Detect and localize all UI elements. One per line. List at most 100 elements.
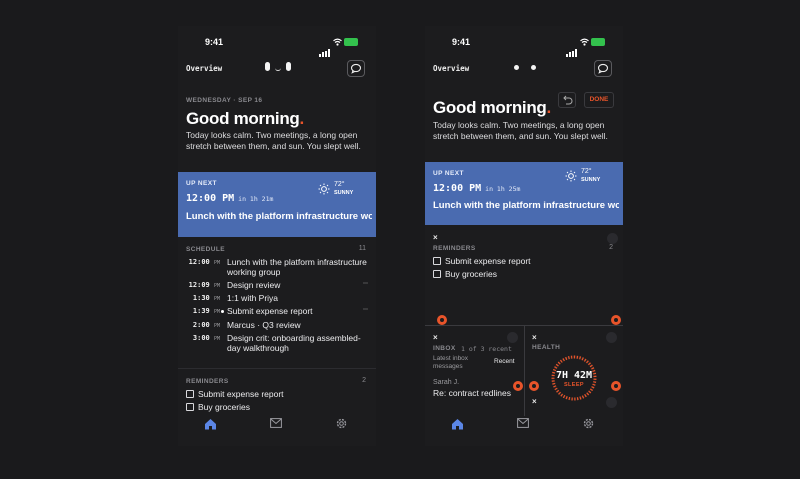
weather-condition: SUNNY — [334, 190, 354, 196]
header: Overview — [178, 60, 376, 78]
remove-widget-icon[interactable]: × — [433, 333, 438, 342]
schedule-row[interactable]: 3:00 PM Design crit: onboarding assemble… — [178, 333, 376, 355]
header: Overview — [425, 60, 623, 78]
face-icon[interactable] — [509, 62, 541, 74]
schedule-row[interactable]: 12:09 PM Design review ═ — [178, 280, 376, 294]
schedule-row[interactable]: 1:39 PM Submit expense report ═ — [178, 306, 376, 320]
remove-widget-icon[interactable]: × — [433, 233, 438, 242]
remove-widget-icon[interactable]: × — [532, 397, 537, 406]
greeting-dot: . — [546, 98, 552, 117]
signal-icon — [566, 39, 578, 57]
greeting-text: Good morning — [433, 98, 547, 117]
schedule-time-text: 12:00 — [188, 258, 210, 266]
up-next-relative: in 1h 25m — [485, 185, 521, 193]
inbox-subject[interactable]: Re: contract redlines — [433, 388, 511, 398]
schedule-ampm: PM — [213, 323, 220, 329]
up-next-card[interactable]: UP NEXT 12:00 PM in 1h 25m Lunch with the… — [425, 162, 623, 225]
chat-bubble-icon — [350, 63, 362, 74]
chat-bubble-icon — [597, 63, 609, 74]
greeting-dot: . — [299, 109, 305, 128]
schedule-title: Lunch with the platform infrastructure w… — [227, 257, 367, 277]
wifi-icon — [580, 38, 589, 46]
up-next-time-text: 12:00 PM — [433, 183, 482, 194]
up-next-card[interactable]: UP NEXT 12:00 PM in 1h 21m Lunch with the… — [178, 172, 376, 237]
schedule-time: 12:00 PM — [186, 258, 220, 266]
reminder-item[interactable]: Submit expense report — [433, 256, 613, 268]
up-next-time-text: 12:00 PM — [186, 193, 235, 204]
schedule-ampm: PM — [213, 296, 220, 302]
reminder-text: Buy groceries — [445, 269, 497, 279]
greeting: Good morning. — [433, 98, 551, 118]
current-marker — [221, 310, 224, 313]
phone-edit-mode: 9:41 Overview Good morning. DONE Today l… — [425, 26, 623, 446]
schedule-title: Design review — [227, 280, 281, 290]
home-icon[interactable] — [204, 418, 217, 430]
reminder-text: Buy groceries — [198, 402, 250, 412]
schedule-time-text: 1:30 — [192, 294, 210, 302]
inbox-filter[interactable]: Recent — [494, 358, 515, 365]
status-time: 9:41 — [452, 37, 471, 47]
battery-icon — [344, 38, 358, 46]
drag-handle-icon[interactable]: ═ — [363, 280, 368, 287]
reminder-checkbox[interactable] — [433, 257, 441, 265]
reminders-label: REMINDERS — [186, 378, 229, 385]
divider — [178, 368, 376, 369]
schedule-time: 12:09 PM — [186, 281, 220, 289]
schedule-ampm: PM — [213, 336, 220, 342]
greeting: Good morning. — [186, 109, 304, 129]
settings-gear-icon[interactable] — [336, 418, 347, 429]
schedule-time: 3:00 PM — [186, 334, 220, 342]
reminder-text: Submit expense report — [445, 256, 531, 266]
resize-handle[interactable] — [529, 381, 539, 391]
reminder-item[interactable]: Buy groceries — [186, 402, 366, 414]
drag-handle-icon[interactable]: ═ — [363, 306, 368, 313]
reminder-checkbox[interactable] — [186, 403, 194, 411]
resize-handle[interactable] — [611, 315, 621, 325]
reminder-item[interactable]: Submit expense report — [186, 389, 366, 401]
schedule-row[interactable]: 1:30 PM 1:1 with Priya — [178, 293, 376, 307]
resize-handle[interactable] — [437, 315, 447, 325]
sun-icon — [318, 183, 330, 195]
reminder-checkbox[interactable] — [433, 270, 441, 278]
mail-icon[interactable] — [270, 418, 282, 428]
face-icon[interactable] — [262, 62, 294, 74]
settings-gear-icon[interactable] — [583, 418, 594, 429]
remove-widget-icon[interactable]: × — [532, 333, 537, 342]
weather-condition: SUNNY — [581, 177, 601, 183]
up-next-title: Lunch with the platform infrastructure w… — [433, 200, 619, 211]
page-title: Overview — [433, 64, 470, 73]
tab-bar — [425, 416, 623, 436]
schedule-label: SCHEDULE — [186, 246, 225, 253]
pin-icon[interactable] — [607, 233, 618, 244]
resize-handle[interactable] — [513, 381, 523, 391]
home-icon[interactable] — [451, 418, 464, 430]
pin-icon[interactable] — [606, 332, 617, 343]
wifi-icon — [333, 38, 342, 46]
mail-icon[interactable] — [517, 418, 529, 428]
inbox-count: 1 of 3 recent — [461, 345, 512, 353]
reminder-checkbox[interactable] — [186, 390, 194, 398]
undo-icon — [563, 95, 573, 105]
pin-icon[interactable] — [606, 397, 617, 408]
resize-handle[interactable] — [611, 381, 621, 391]
chat-button[interactable] — [594, 60, 612, 77]
weather-temp: 72° — [334, 181, 345, 188]
schedule-time: 1:30 PM — [186, 294, 220, 302]
schedule-row[interactable]: 12:00 PM Lunch with the platform infrast… — [178, 257, 376, 279]
greeting-text: Good morning — [186, 109, 300, 128]
reminder-item[interactable]: Buy groceries — [433, 269, 613, 281]
chat-button[interactable] — [347, 60, 365, 77]
undo-button[interactable] — [558, 92, 576, 108]
day-summary: Today looks calm. Two meetings, a long o… — [433, 120, 608, 141]
inbox-label: INBOX — [433, 345, 456, 352]
up-next-label: UP NEXT — [186, 180, 217, 187]
up-next-time: 12:00 PM in 1h 25m — [433, 183, 520, 194]
reminder-text: Submit expense report — [198, 389, 284, 399]
schedule-row[interactable]: 2:00 PM Marcus · Q3 review — [178, 320, 376, 334]
done-button[interactable]: DONE — [584, 92, 614, 108]
health-caption: SLEEP — [563, 382, 585, 388]
tab-bar — [178, 416, 376, 436]
up-next-label: UP NEXT — [433, 170, 464, 177]
schedule-time-text: 12:09 — [188, 281, 210, 289]
pin-icon[interactable] — [507, 332, 518, 343]
